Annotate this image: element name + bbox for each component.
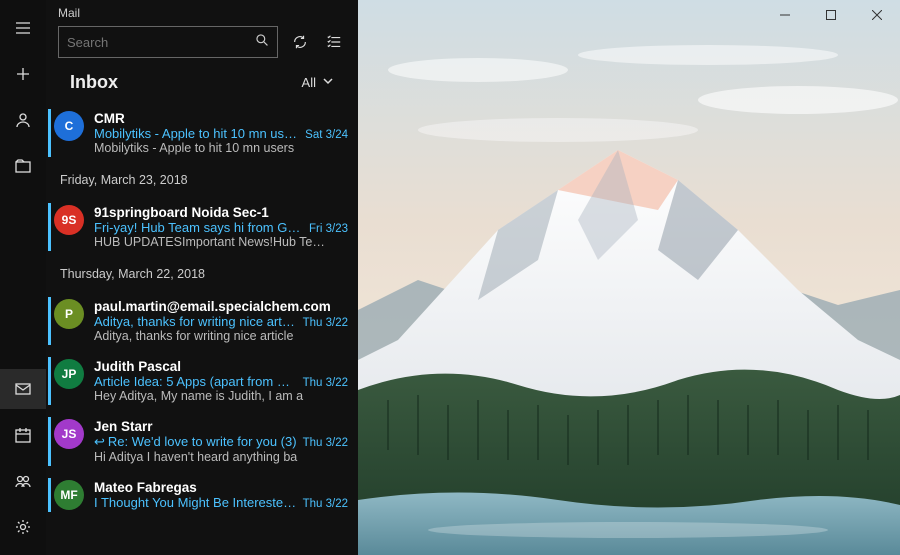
folders-button[interactable] <box>0 146 46 186</box>
message-body: CMRMobilytiks - Apple to hit 10 mn users… <box>94 111 348 155</box>
calendar-nav-button[interactable] <box>0 415 46 455</box>
avatar: MF <box>54 480 84 510</box>
avatar: C <box>54 111 84 141</box>
message-sender: paul.martin@email.specialchem.com <box>94 299 331 314</box>
folder-name: Inbox <box>70 72 118 93</box>
message-body: 91springboard Noida Sec-1Fri-yay! Hub Te… <box>94 205 348 249</box>
message-item[interactable]: JP Judith PascalArticle Idea: 5 Apps (apa… <box>46 351 358 411</box>
message-item[interactable]: 9S 91springboard Noida Sec-1Fri-yay! Hub … <box>46 197 358 257</box>
avatar: JS <box>54 419 84 449</box>
message-subject: Aditya, thanks for writing nice article <box>94 314 297 329</box>
avatar: JP <box>54 359 84 389</box>
message-date: Thu 3/22 <box>303 498 348 510</box>
settings-button[interactable] <box>0 507 46 547</box>
accounts-button[interactable] <box>0 100 46 140</box>
filter-dropdown[interactable]: All <box>302 75 334 90</box>
new-mail-button[interactable] <box>0 54 46 94</box>
avatar: P <box>54 299 84 329</box>
message-item[interactable]: JS Jen Starr↩Re: We'd love to write for y… <box>46 411 358 472</box>
message-preview: HUB UPDATESImportant News!Hub Te… <box>94 235 348 249</box>
message-sender: 91springboard Noida Sec-1 <box>94 205 269 220</box>
message-preview: Mobilytiks - Apple to hit 10 mn users <box>94 141 348 155</box>
message-list[interactable]: CCMRMobilytiks - Apple to hit 10 mn user… <box>46 103 358 555</box>
nav-rail <box>0 0 46 555</box>
search-icon <box>255 33 269 52</box>
search-box[interactable] <box>58 26 278 58</box>
message-body: paul.martin@email.specialchem.comAditya,… <box>94 299 348 343</box>
search-input[interactable] <box>67 35 255 50</box>
message-list-pane: Mail Inbox All <box>46 0 358 555</box>
window-controls <box>760 0 900 30</box>
message-body: Judith PascalArticle Idea: 5 Apps (apart… <box>94 359 348 403</box>
message-sender: Mateo Fabregas <box>94 480 197 495</box>
message-preview: Hi Aditya I haven't heard anything ba <box>94 450 348 464</box>
message-subject: I Thought You Might Be Interested In <box>94 495 297 510</box>
message-preview: Aditya, thanks for writing nice article <box>94 329 348 343</box>
mail-nav-button[interactable] <box>0 369 46 409</box>
message-body: Mateo FabregasI Thought You Might Be Int… <box>94 480 348 510</box>
message-item[interactable]: MF Mateo FabregasI Thought You Might Be I… <box>46 472 358 518</box>
message-subject: ↩Re: We'd love to write for you (3) <box>94 434 297 450</box>
message-subject: Fri-yay! Hub Team says hi from Goa! <box>94 220 303 235</box>
message-date: Thu 3/22 <box>303 377 348 389</box>
reading-pane <box>358 0 900 555</box>
message-subject: Mobilytiks - Apple to hit 10 mn users <box>94 126 299 141</box>
people-nav-button[interactable] <box>0 461 46 501</box>
close-button[interactable] <box>854 0 900 30</box>
message-sender: CMR <box>94 111 125 126</box>
message-date: Fri 3/23 <box>309 223 348 235</box>
message-item[interactable]: Ppaul.martin@email.specialchem.comAditya… <box>46 291 358 351</box>
date-separator: Friday, March 23, 2018 <box>46 163 358 197</box>
message-date: Sat 3/24 <box>305 129 348 141</box>
message-date: Thu 3/22 <box>303 437 348 449</box>
selection-mode-button[interactable] <box>322 30 346 54</box>
sync-button[interactable] <box>288 30 312 54</box>
message-item[interactable]: CCMRMobilytiks - Apple to hit 10 mn user… <box>46 103 358 163</box>
app-title: Mail <box>58 6 346 26</box>
minimize-button[interactable] <box>762 0 808 30</box>
message-subject: Article Idea: 5 Apps (apart from Link <box>94 374 297 389</box>
message-body: Jen Starr↩Re: We'd love to write for you… <box>94 419 348 464</box>
reply-icon: ↩ <box>94 434 105 449</box>
maximize-button[interactable] <box>808 0 854 30</box>
date-separator: Thursday, March 22, 2018 <box>46 257 358 291</box>
message-sender: Jen Starr <box>94 419 153 434</box>
message-preview: Hey Aditya, My name is Judith, I am a <box>94 389 348 403</box>
message-date: Thu 3/22 <box>303 317 348 329</box>
message-sender: Judith Pascal <box>94 359 181 374</box>
filter-label: All <box>302 75 316 90</box>
chevron-down-icon <box>322 75 334 90</box>
hamburger-menu-button[interactable] <box>0 8 46 48</box>
avatar: 9S <box>54 205 84 235</box>
